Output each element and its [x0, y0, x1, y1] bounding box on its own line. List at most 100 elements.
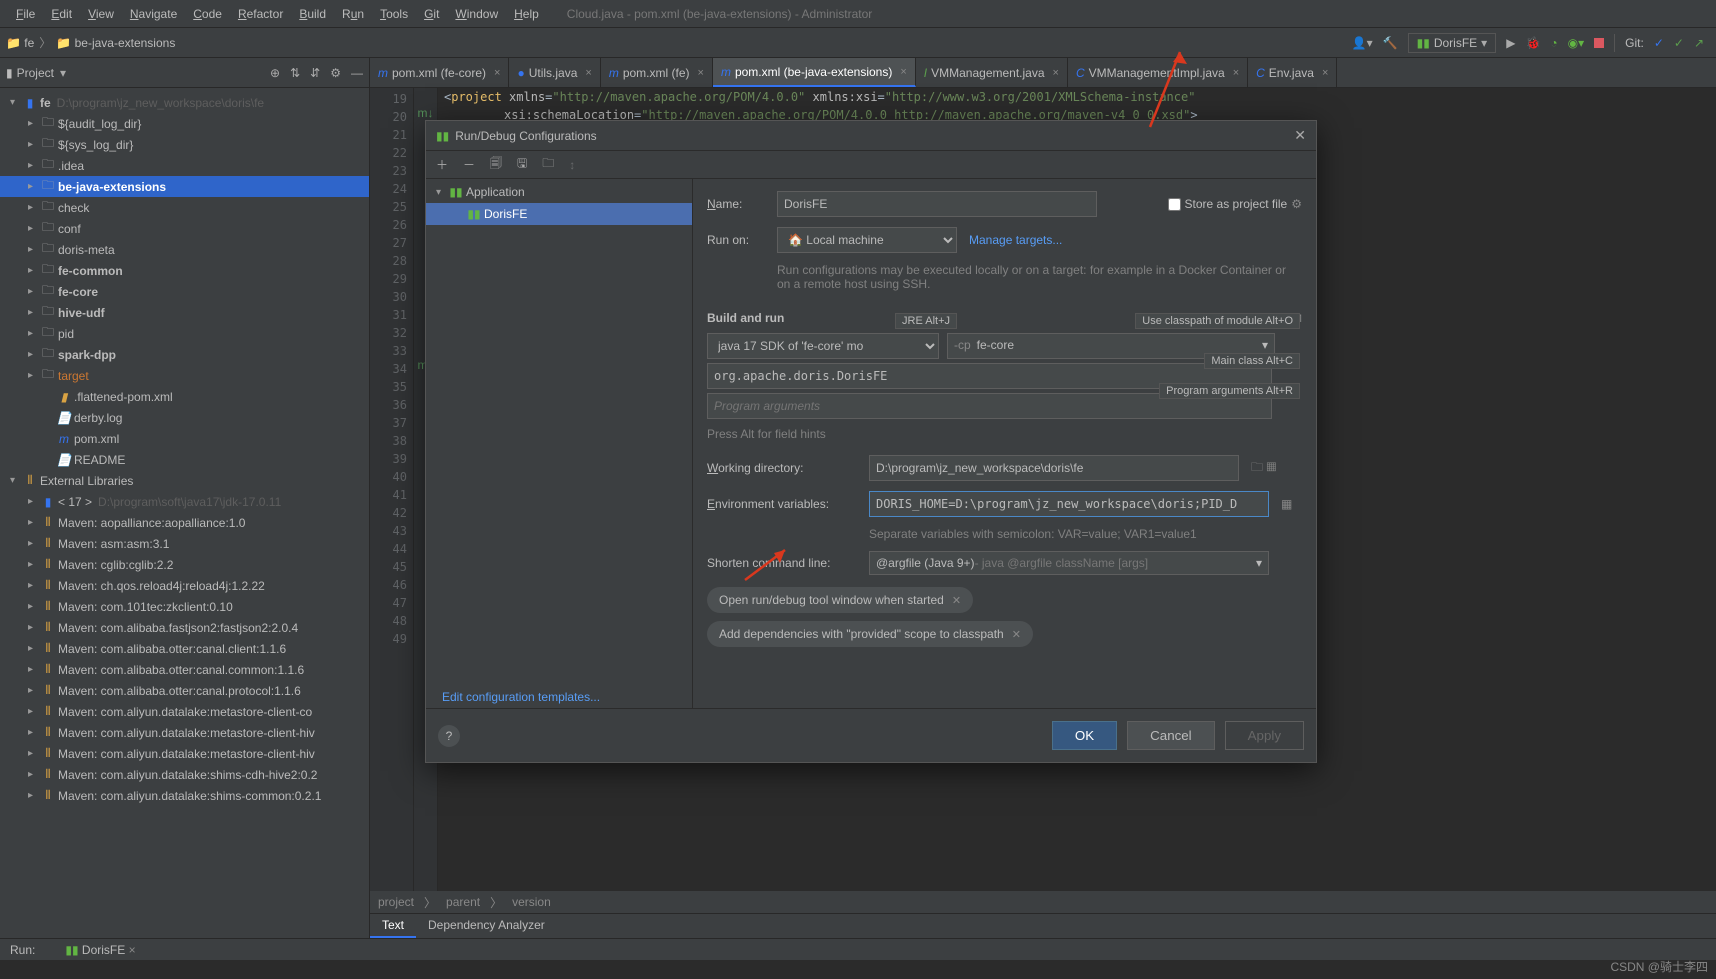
menu-help[interactable]: Help	[506, 7, 547, 21]
copy-icon[interactable]: 🗐	[490, 154, 502, 175]
run-toolwindow-label[interactable]: Run:	[10, 943, 35, 957]
runon-select[interactable]: 🏠 Local machine	[777, 227, 957, 253]
stop-icon[interactable]	[1594, 38, 1604, 48]
git-commit-icon[interactable]: ✓	[1674, 36, 1684, 50]
editor-tab[interactable]: CVMManagementImpl.java×	[1068, 58, 1248, 87]
pill-remove-icon[interactable]: ✕	[952, 594, 961, 607]
tree-maven-lib[interactable]: ▸⫴Maven: asm:asm:3.1	[0, 533, 369, 554]
tree-maven-lib[interactable]: ▸⫴Maven: com.alibaba.otter:canal.protoco…	[0, 680, 369, 701]
hide-icon[interactable]: —	[351, 66, 363, 80]
tree-maven-lib[interactable]: ▸⫴Maven: com.alibaba.fastjson2:fastjson2…	[0, 617, 369, 638]
tree-folder[interactable]: ▸🗀doris-meta	[0, 239, 369, 260]
editor-tab[interactable]: mpom.xml (fe)×	[601, 58, 713, 87]
edit-templates-link[interactable]: Edit configuration templates...	[442, 690, 600, 704]
env-browse-icon[interactable]: ▦	[1281, 497, 1292, 511]
git-update-icon[interactable]: ✓	[1654, 36, 1664, 50]
tree-file[interactable]: 📄derby.log	[0, 407, 369, 428]
menu-code[interactable]: Code	[185, 7, 230, 21]
ok-button[interactable]: OK	[1052, 721, 1117, 750]
tree-file[interactable]: 📄README	[0, 449, 369, 470]
breadcrumb-item[interactable]: 📁 be-java-extensions	[56, 36, 175, 50]
editor-tab[interactable]: CEnv.java×	[1248, 58, 1337, 87]
project-tree[interactable]: ▾▮ fe D:\program\jz_new_workspace\doris\…	[0, 88, 369, 810]
menu-edit[interactable]: Edit	[43, 7, 80, 21]
pill-remove-icon[interactable]: ✕	[1012, 628, 1021, 641]
cancel-button[interactable]: Cancel	[1127, 721, 1215, 750]
pill-provided-deps[interactable]: Add dependencies with "provided" scope t…	[707, 621, 1033, 647]
wdir-field[interactable]	[869, 455, 1239, 481]
crumb-parent[interactable]: parent	[446, 895, 480, 909]
tree-folder[interactable]: ▸🗀spark-dpp	[0, 344, 369, 365]
tree-folder[interactable]: ▸🗀fe-core	[0, 281, 369, 302]
store-checkbox[interactable]: Store as project file ⚙	[1168, 197, 1302, 211]
help-icon[interactable]: ?	[438, 725, 460, 747]
run-toolwindow-config[interactable]: ▮▮ DorisFE ×	[35, 943, 135, 957]
tree-maven-lib[interactable]: ▸⫴Maven: com.aliyun.datalake:metastore-c…	[0, 743, 369, 764]
run-config-dropdown[interactable]: ▮▮ DorisFE ▾	[1408, 33, 1497, 53]
save-icon[interactable]: 🖫	[517, 154, 527, 175]
config-tree-dorisfe[interactable]: ▮▮ DorisFE	[426, 203, 692, 225]
user-icon[interactable]: 👤▾	[1352, 36, 1373, 50]
tree-maven-lib[interactable]: ▸⫴Maven: com.aliyun.datalake:metastore-c…	[0, 722, 369, 743]
tree-folder[interactable]: ▸🗀fe-common	[0, 260, 369, 281]
folder-icon[interactable]: 🗀	[542, 154, 554, 175]
menu-run[interactable]: Run	[334, 7, 372, 21]
apply-button[interactable]: Apply	[1225, 721, 1304, 750]
tree-file[interactable]: mpom.xml	[0, 428, 369, 449]
profile-icon[interactable]: ◉▾	[1568, 36, 1585, 50]
tree-folder[interactable]: ▸🗀${audit_log_dir}	[0, 113, 369, 134]
tree-maven-lib[interactable]: ▸⫴Maven: cglib:cglib:2.2	[0, 554, 369, 575]
tree-maven-lib[interactable]: ▸⫴Maven: com.aliyun.datalake:shims-cdh-h…	[0, 764, 369, 785]
pill-open-tool-window[interactable]: Open run/debug tool window when started✕	[707, 587, 973, 613]
config-tree[interactable]: ▾▮▮ Application ▮▮ DorisFE Edit configur…	[426, 179, 693, 708]
settings-icon[interactable]: ⚙	[330, 66, 341, 80]
tree-folder[interactable]: ▸🗀target	[0, 365, 369, 386]
locate-icon[interactable]: ⊕	[270, 66, 280, 80]
tree-folder[interactable]: ▸🗀conf	[0, 218, 369, 239]
name-field[interactable]	[777, 191, 1097, 217]
tree-folder[interactable]: ▸🗀check	[0, 197, 369, 218]
crumb-version[interactable]: version	[512, 895, 551, 909]
git-push-icon[interactable]: ↗	[1694, 36, 1704, 50]
tree-maven-lib[interactable]: ▸⫴Maven: aopalliance:aopalliance:1.0	[0, 512, 369, 533]
collapse-icon[interactable]: ⇵	[310, 66, 320, 80]
manage-targets-link[interactable]: Manage targets...	[969, 233, 1062, 247]
coverage-icon[interactable]: ◔	[1550, 36, 1557, 50]
project-panel-title[interactable]: Project	[13, 66, 54, 80]
jdk-select[interactable]: java 17 SDK of 'fe-core' mo	[707, 333, 939, 359]
shorten-select[interactable]: @argfile (Java 9+) - java @argfile class…	[869, 551, 1269, 575]
close-icon[interactable]: ✕	[1294, 127, 1306, 144]
remove-icon[interactable]: －	[463, 156, 475, 173]
env-field[interactable]	[869, 491, 1269, 517]
browse-icon[interactable]: 🗀 ▦	[1251, 458, 1276, 479]
editor-tab[interactable]: mpom.xml (be-java-extensions)×	[713, 58, 916, 87]
editor-tab[interactable]: IVMManagement.java×	[916, 58, 1068, 87]
build-hammer-icon[interactable]: 🔨	[1383, 36, 1398, 50]
menu-file[interactable]: File	[8, 7, 43, 21]
tree-folder[interactable]: ▸🗀be-java-extensions	[0, 176, 369, 197]
menu-view[interactable]: View	[80, 7, 122, 21]
config-tree-application[interactable]: ▾▮▮ Application	[426, 181, 692, 203]
dropdown-icon[interactable]: ▾	[54, 66, 66, 80]
tree-maven-lib[interactable]: ▸⫴Maven: com.aliyun.datalake:metastore-c…	[0, 701, 369, 722]
menu-refactor[interactable]: Refactor	[230, 7, 291, 21]
tree-external-libraries[interactable]: ▾⫴ External Libraries	[0, 470, 369, 491]
crumb-project[interactable]: project	[378, 895, 414, 909]
tree-maven-lib[interactable]: ▸⫴Maven: com.alibaba.otter:canal.client:…	[0, 638, 369, 659]
menu-window[interactable]: Window	[447, 7, 506, 21]
tree-folder[interactable]: ▸🗀.idea	[0, 155, 369, 176]
tab-text[interactable]: Text	[370, 914, 416, 938]
project-view-icon[interactable]: ▮	[6, 66, 13, 80]
add-icon[interactable]: ＋	[436, 156, 448, 173]
tree-folder[interactable]: ▸🗀hive-udf	[0, 302, 369, 323]
menu-build[interactable]: Build	[291, 7, 334, 21]
tab-dependency-analyzer[interactable]: Dependency Analyzer	[416, 914, 557, 938]
menu-navigate[interactable]: Navigate	[122, 7, 185, 21]
tree-maven-lib[interactable]: ▸⫴Maven: com.101tec:zkclient:0.10	[0, 596, 369, 617]
run-icon[interactable]: ▶	[1506, 36, 1515, 50]
tree-folder[interactable]: ▸🗀${sys_log_dir}	[0, 134, 369, 155]
tree-folder[interactable]: ▸🗀pid	[0, 323, 369, 344]
tree-maven-lib[interactable]: ▸⫴Maven: com.alibaba.otter:canal.common:…	[0, 659, 369, 680]
editor-tab[interactable]: ●Utils.java×	[509, 58, 600, 87]
breadcrumb-root[interactable]: 📁 fe	[6, 36, 34, 50]
